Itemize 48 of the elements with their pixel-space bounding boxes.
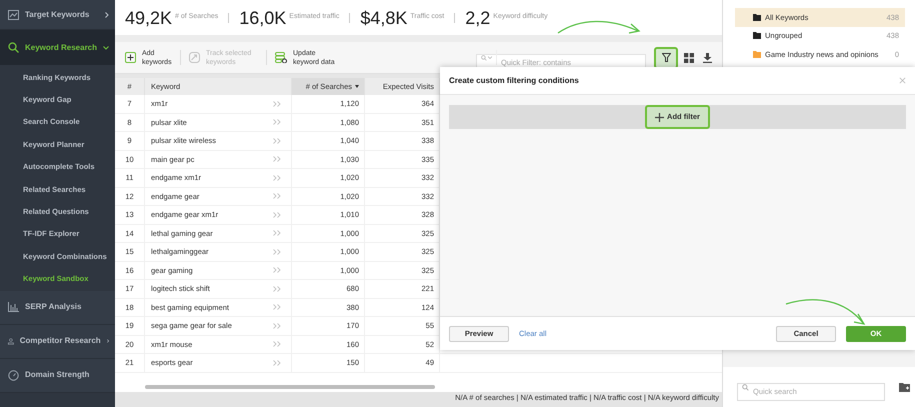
chevron-right-icon	[106, 338, 109, 344]
stat-value: $4,8K	[360, 8, 408, 26]
double-chevron-icon[interactable]	[273, 100, 281, 107]
person-icon	[8, 336, 14, 347]
trend-arrow-icon	[189, 52, 200, 63]
search-icon	[481, 54, 487, 60]
stat-value: 49,2K	[125, 8, 172, 26]
sort-down-icon	[355, 85, 359, 88]
gauge-icon	[8, 370, 19, 381]
add-icon	[125, 52, 136, 63]
funnel-icon	[662, 53, 670, 62]
new-folder-icon[interactable]	[899, 382, 910, 392]
stat-value: 2,2	[465, 8, 490, 26]
caret-icon	[488, 56, 492, 59]
grid-icon[interactable]	[684, 52, 694, 62]
sidebar-section[interactable]: Target Keywords	[0, 0, 115, 30]
double-chevron-icon[interactable]	[273, 193, 281, 200]
double-chevron-icon[interactable]	[273, 322, 281, 329]
chevron-right-icon	[105, 12, 109, 18]
double-chevron-icon[interactable]	[273, 230, 281, 236]
download-icon[interactable]	[703, 52, 712, 62]
sidebar-section[interactable]: SERP Analysis	[0, 290, 115, 325]
double-chevron-icon[interactable]	[273, 212, 281, 218]
double-chevron-icon[interactable]	[273, 286, 281, 292]
stat-value: 16,0K	[239, 8, 286, 26]
sidebar-section[interactable]: Keyword Research	[0, 30, 115, 65]
double-chevron-icon[interactable]	[273, 341, 281, 348]
double-chevron-icon[interactable]	[273, 174, 281, 181]
search-icon	[8, 42, 19, 53]
sidebar-section[interactable]: Competitor Research	[0, 324, 115, 359]
double-chevron-icon[interactable]	[273, 267, 281, 274]
sidebar-section[interactable]: Domain Strength	[0, 358, 115, 393]
double-chevron-icon[interactable]	[273, 248, 281, 255]
chevron-down-icon	[103, 46, 109, 50]
double-chevron-icon[interactable]	[273, 156, 281, 162]
double-chevron-icon[interactable]	[273, 304, 281, 310]
horizontal-scrollbar[interactable]	[145, 384, 435, 388]
line-chart-icon	[8, 10, 19, 20]
dialog-title: Create custom filtering conditions	[449, 74, 579, 86]
search-icon	[742, 384, 749, 390]
double-chevron-icon[interactable]	[273, 360, 281, 366]
database-refresh-icon	[275, 52, 287, 63]
double-chevron-icon[interactable]	[273, 119, 281, 126]
bar-chart-icon	[8, 302, 19, 312]
double-chevron-icon[interactable]	[273, 138, 281, 144]
close-icon[interactable]	[899, 77, 906, 84]
plus-icon	[655, 112, 664, 122]
filter-button[interactable]	[654, 46, 678, 68]
